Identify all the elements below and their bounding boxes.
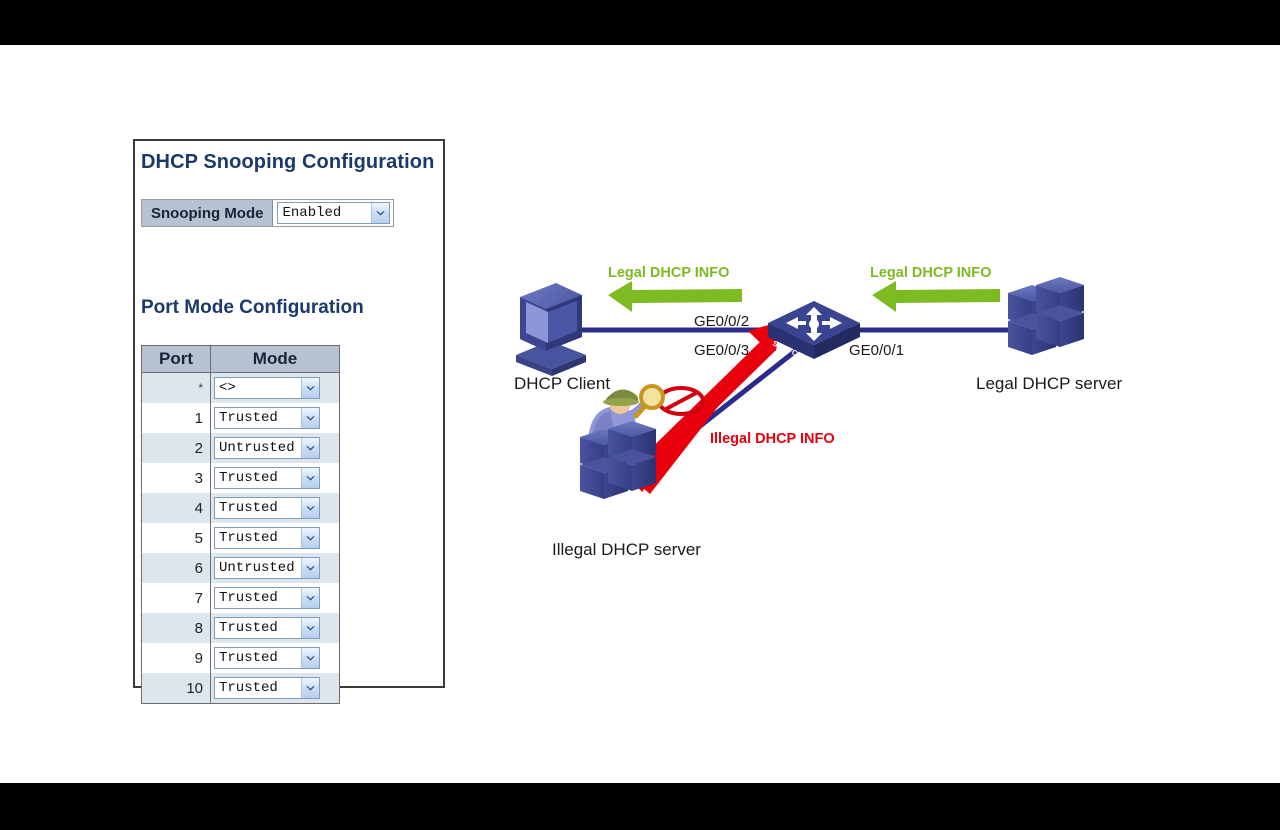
port-mode-value: Trusted: [219, 620, 278, 636]
port-cell: 4: [141, 493, 211, 523]
mode-cell: Trusted: [210, 673, 340, 704]
port-mode-value: Trusted: [219, 410, 278, 426]
table-row: 4 Trusted: [141, 493, 340, 523]
switch-icon: SWITCH: [768, 301, 860, 361]
port-cell: 6: [141, 553, 211, 583]
port-mode-select[interactable]: Trusted: [214, 527, 320, 549]
chevron-down-icon[interactable]: [301, 618, 319, 638]
network-topology-diagram: SWITCH Legal DHCP INFO Legal DHCP INFO I…: [480, 245, 1200, 635]
snooping-mode-label: Snooping Mode: [142, 200, 274, 226]
table-row: 5 Trusted: [141, 523, 340, 553]
port-mode-value: Untrusted: [219, 440, 295, 456]
snooping-mode-row: Snooping Mode Enabled: [141, 199, 395, 227]
topology-graphics: SWITCH: [516, 277, 1084, 499]
mode-cell: Trusted: [210, 583, 340, 613]
port-cell: 7: [141, 583, 211, 613]
table-row: 7 Trusted: [141, 583, 340, 613]
table-row: 9 Trusted: [141, 643, 340, 673]
mode-cell: Trusted: [210, 523, 340, 553]
label-legal-dhcp-info-right: Legal DHCP INFO: [870, 265, 992, 281]
chevron-down-icon[interactable]: [301, 378, 319, 398]
dhcp-snooping-config-panel: DHCP Snooping Configuration Snooping Mod…: [133, 139, 445, 704]
chevron-down-icon[interactable]: [301, 438, 319, 458]
chevron-down-icon[interactable]: [301, 588, 319, 608]
port-mode-table-body: * <> 1 Trusted 2 Untrusted 3 Trusted 4 Trusted 5 Tr…: [141, 372, 340, 704]
port-mode-value: <>: [219, 380, 236, 396]
port-mode-select[interactable]: Trusted: [214, 587, 320, 609]
port-mode-value: Trusted: [219, 590, 278, 606]
port-cell: 2: [141, 433, 211, 463]
legal-dhcp-server-icon: [1008, 277, 1084, 355]
page-title: DHCP Snooping Configuration: [141, 151, 435, 173]
label-illegal-dhcp-info: Illegal DHCP INFO: [710, 431, 835, 447]
port-mode-select[interactable]: Trusted: [214, 407, 320, 429]
port-mode-configuration-title: Port Mode Configuration: [141, 297, 364, 318]
port-mode-select[interactable]: <>: [214, 377, 320, 399]
table-row: 1 Trusted: [141, 403, 340, 433]
port-cell: 1: [141, 403, 211, 433]
label-port-ge0-0-1: GE0/0/1: [849, 342, 905, 359]
chevron-down-icon[interactable]: [301, 528, 319, 548]
port-mode-value: Trusted: [219, 470, 278, 486]
port-mode-value: Untrusted: [219, 560, 295, 576]
port-mode-value: Trusted: [219, 650, 278, 666]
port-mode-value: Trusted: [219, 530, 278, 546]
table-header-row: Port Mode: [141, 345, 340, 373]
chevron-down-icon[interactable]: [301, 408, 319, 428]
port-mode-value: Trusted: [219, 500, 278, 516]
table-row: 2 Untrusted: [141, 433, 340, 463]
snooping-mode-select[interactable]: Enabled: [277, 202, 391, 224]
mode-cell: Untrusted: [210, 553, 340, 583]
mode-cell: <>: [210, 372, 340, 403]
label-dhcp-client: DHCP Client: [514, 374, 611, 393]
port-cell: 5: [141, 523, 211, 553]
column-header-mode: Mode: [210, 345, 340, 373]
chevron-down-icon[interactable]: [371, 203, 390, 223]
mode-cell: Trusted: [210, 403, 340, 433]
label-port-ge0-0-2: GE0/0/2: [694, 313, 750, 330]
column-header-port: Port: [141, 345, 211, 373]
port-mode-select[interactable]: Untrusted: [214, 437, 320, 459]
table-row: * <>: [141, 372, 340, 403]
mode-cell: Untrusted: [210, 433, 340, 463]
port-mode-table: Port Mode * <> 1 Trusted 2 Untrusted 3 Trusted 4…: [141, 345, 340, 704]
port-cell: 8: [141, 613, 211, 643]
snooping-mode-select-wrapper: Enabled: [273, 200, 393, 226]
port-mode-select[interactable]: Trusted: [214, 497, 320, 519]
port-mode-select[interactable]: Trusted: [214, 647, 320, 669]
chevron-down-icon[interactable]: [301, 498, 319, 518]
port-mode-select[interactable]: Trusted: [214, 617, 320, 639]
chevron-down-icon[interactable]: [301, 468, 319, 488]
port-mode-select[interactable]: Trusted: [214, 677, 320, 699]
port-cell: 10: [141, 673, 211, 704]
label-illegal-dhcp-server: Illegal DHCP server: [552, 540, 701, 559]
green-arrow-left: [608, 281, 742, 312]
table-row: 10 Trusted: [141, 673, 340, 704]
mode-cell: Trusted: [210, 643, 340, 673]
label-legal-dhcp-info-left: Legal DHCP INFO: [608, 265, 730, 281]
chevron-down-icon[interactable]: [301, 648, 319, 668]
table-row: 6 Untrusted: [141, 553, 340, 583]
port-cell: *: [141, 372, 211, 403]
port-mode-select[interactable]: Trusted: [214, 467, 320, 489]
slide-canvas: DHCP Snooping Configuration Snooping Mod…: [0, 45, 1280, 783]
port-cell: 3: [141, 463, 211, 493]
label-legal-dhcp-server: Legal DHCP server: [976, 374, 1123, 393]
label-port-ge0-0-3: GE0/0/3: [694, 342, 750, 359]
table-row: 3 Trusted: [141, 463, 340, 493]
snooping-mode-value: Enabled: [282, 205, 342, 221]
illegal-dhcp-server-icon: [580, 384, 665, 499]
dhcp-client-icon: [516, 283, 586, 376]
chevron-down-icon[interactable]: [301, 558, 319, 578]
port-mode-value: Trusted: [219, 680, 278, 696]
port-mode-select[interactable]: Untrusted: [214, 557, 320, 579]
table-row: 8 Trusted: [141, 613, 340, 643]
mode-cell: Trusted: [210, 493, 340, 523]
chevron-down-icon[interactable]: [301, 678, 319, 698]
mode-cell: Trusted: [210, 463, 340, 493]
port-cell: 9: [141, 643, 211, 673]
mode-cell: Trusted: [210, 613, 340, 643]
no-entry-icon: [657, 386, 705, 416]
green-arrow-right: [872, 281, 1000, 312]
